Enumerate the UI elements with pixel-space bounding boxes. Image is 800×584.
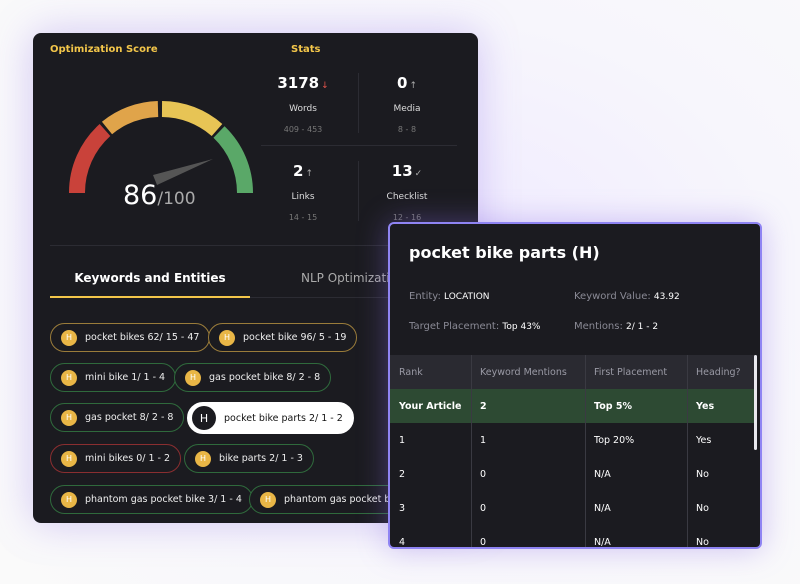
heading-badge-icon: H xyxy=(195,450,211,467)
keyword-chip[interactable]: H gas pocket bike 8/ 2 - 8 xyxy=(174,363,332,392)
entity-meta: Entity: LOCATION xyxy=(409,291,490,302)
arrow-up-icon: ↑ xyxy=(409,81,417,91)
table-row[interactable]: 4 0 N/A No xyxy=(390,525,756,548)
table-row[interactable]: 2 0 N/A No xyxy=(390,457,756,491)
keyword-chip-selected[interactable]: H pocket bike parts 2/ 1 - 2 xyxy=(187,402,354,434)
score-value: 86/100 xyxy=(123,180,196,211)
heading-badge-icon: H xyxy=(61,450,77,467)
column-header[interactable]: Rank xyxy=(390,355,423,389)
column-divider xyxy=(585,355,586,547)
optimization-score-title: Optimization Score xyxy=(50,44,158,55)
table-scrollbar[interactable] xyxy=(754,355,757,450)
table-row[interactable]: 3 0 N/A No xyxy=(390,491,756,525)
stat-words: 3178 ↓ Words 409 - 453 xyxy=(277,74,329,134)
stat-checklist: 13 ✓ Checklist 12 - 16 xyxy=(386,162,428,222)
column-divider xyxy=(687,355,688,547)
mentions-meta: Mentions: 2/ 1 - 2 xyxy=(574,321,659,332)
target-placement-meta: Target Placement: Top 43% xyxy=(409,321,541,332)
check-icon: ✓ xyxy=(414,169,423,179)
divider xyxy=(261,145,457,146)
arrow-down-icon: ↓ xyxy=(321,81,329,91)
divider xyxy=(358,161,359,221)
keyword-chip[interactable]: H mini bikes 0/ 1 - 2 xyxy=(50,444,182,473)
divider xyxy=(358,73,359,133)
heading-badge-icon: H xyxy=(185,369,201,386)
stat-links: 2 ↑ Links 14 - 15 xyxy=(288,162,318,222)
heading-badge-icon: H xyxy=(61,491,77,508)
keyword-value-meta: Keyword Value: 43.92 xyxy=(574,291,680,302)
heading-badge-icon: H xyxy=(61,409,77,426)
heading-badge-icon: H xyxy=(192,406,216,430)
keyword-chip[interactable]: H pocket bikes 62/ 15 - 47 xyxy=(50,323,211,352)
heading-badge-icon: H xyxy=(260,491,276,508)
keyword-chip[interactable]: H bike parts 2/ 1 - 3 xyxy=(184,444,314,473)
heading-badge-icon: H xyxy=(61,329,77,346)
arrow-up-icon: ↑ xyxy=(305,169,313,179)
keyword-chip[interactable]: H pocket bike 96/ 5 - 19 xyxy=(208,323,358,352)
stats-title: Stats xyxy=(291,44,321,55)
popup-title: pocket bike parts (H) xyxy=(409,243,600,262)
stat-media: 0 ↑ Media 8 - 8 xyxy=(393,74,421,134)
keyword-chip[interactable]: H phantom gas pocket bike 3/ 1 - 4 xyxy=(50,485,253,514)
heading-badge-icon: H xyxy=(61,369,77,386)
active-tab-indicator xyxy=(50,296,250,298)
table-row[interactable]: 1 1 Top 20% Yes xyxy=(390,423,756,457)
column-header[interactable]: Heading? xyxy=(687,355,741,389)
heading-badge-icon: H xyxy=(219,329,235,346)
column-header[interactable]: Keyword Mentions xyxy=(471,355,567,389)
tab-keywords-entities[interactable]: Keywords and Entities xyxy=(50,271,250,285)
keyword-chip[interactable]: H gas pocket 8/ 2 - 8 xyxy=(50,403,185,432)
table-row[interactable]: Your Article 2 Top 5% Yes xyxy=(390,389,756,423)
keyword-detail-popup: pocket bike parts (H) Entity: LOCATION K… xyxy=(388,222,762,549)
table-header-row: Rank Keyword Mentions First Placement He… xyxy=(390,355,756,389)
column-divider xyxy=(471,355,472,547)
column-header[interactable]: First Placement xyxy=(585,355,667,389)
keyword-chip[interactable]: H mini bike 1/ 1 - 4 xyxy=(50,363,177,392)
